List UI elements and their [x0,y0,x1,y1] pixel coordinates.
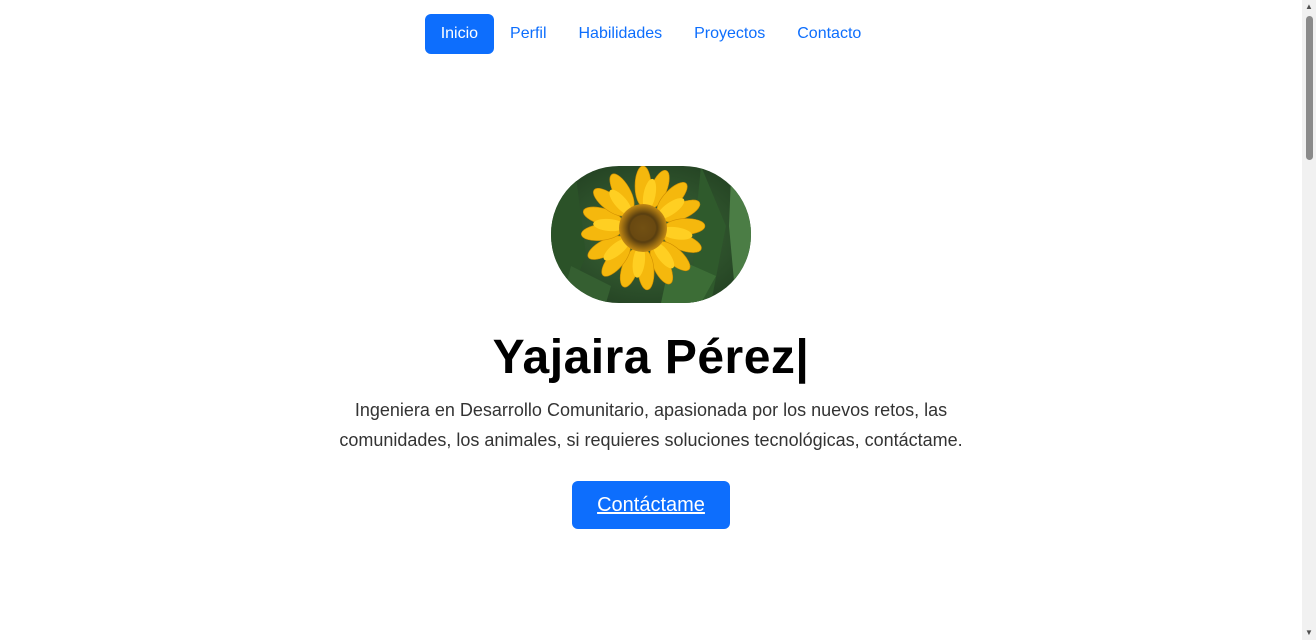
hero-section: Yajaira Pérez| Ingeniera en Desarrollo C… [0,166,1302,529]
page-title: Yajaira Pérez| [492,331,810,384]
vertical-scrollbar[interactable]: ▲ ▼ [1302,0,1316,640]
scroll-down-icon[interactable]: ▼ [1302,626,1316,640]
nav-item-habilidades[interactable]: Habilidades [563,14,679,54]
avatar [551,166,751,303]
nav-item-contacto[interactable]: Contacto [781,14,877,54]
nav-item-inicio[interactable]: Inicio [424,14,495,54]
sunflower-icon [551,166,751,303]
hero-description: Ingeniera en Desarrollo Comunitario, apa… [339,400,963,450]
nav-item-perfil[interactable]: Perfil [494,14,562,54]
contact-button[interactable]: Contáctame [572,481,730,529]
nav-item-proyectos[interactable]: Proyectos [678,14,781,54]
scroll-up-icon[interactable]: ▲ [1302,0,1316,14]
page: Inicio Perfil Habilidades Proyectos Cont… [0,0,1316,640]
scroll-thumb[interactable] [1306,16,1313,160]
top-navigation: Inicio Perfil Habilidades Proyectos Cont… [0,14,1302,54]
